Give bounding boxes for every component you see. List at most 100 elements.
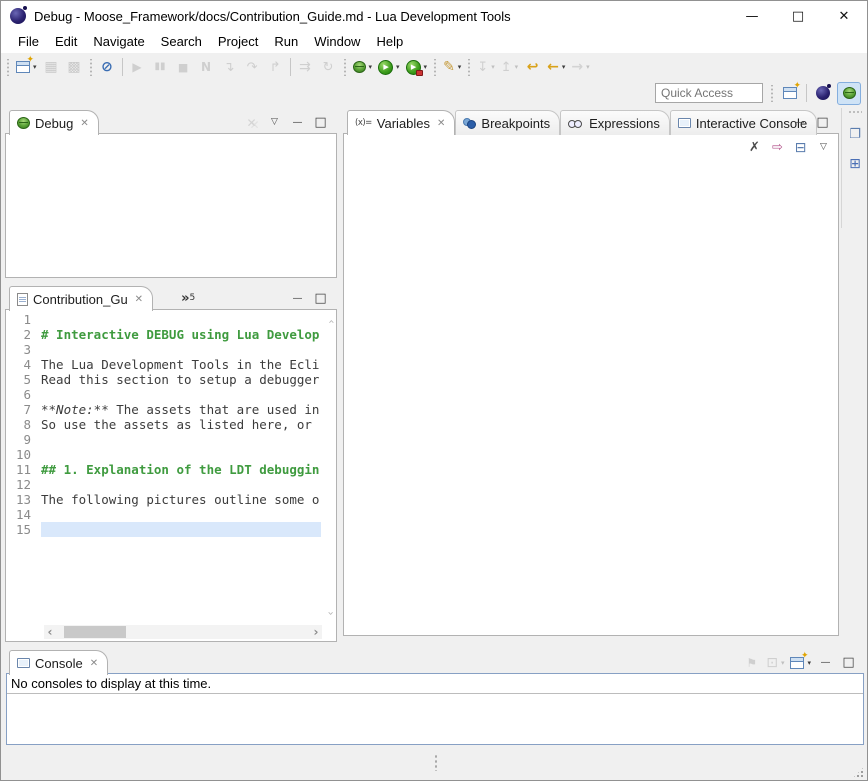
- restore-views-button[interactable]: ❐: [845, 123, 866, 146]
- lua-perspective-button[interactable]: [811, 82, 835, 105]
- toolbar-grip[interactable]: [6, 59, 10, 76]
- window-close-button[interactable]: ✕: [821, 1, 867, 31]
- status-bar: [1, 747, 867, 781]
- debug-dropdown-arrow[interactable]: ▾: [369, 63, 373, 71]
- back-dropdown-arrow[interactable]: ▾: [562, 63, 566, 71]
- toolbar-grip[interactable]: [89, 59, 93, 76]
- code-segment: Read this section to setup a debugger: [41, 372, 319, 387]
- variables-view-menu-button[interactable]: ▽: [813, 136, 834, 159]
- code-segment: The Lua Development Tools in the Ecli: [41, 357, 319, 372]
- hidden-editors-chevron[interactable]: »5: [181, 294, 195, 304]
- minimize-console-view-icon: —: [821, 658, 831, 668]
- maximize-variables-view-button[interactable]: □: [812, 111, 833, 134]
- suspend-icon: ▮▮: [155, 62, 166, 72]
- console-message: No consoles to display at this time.: [7, 674, 863, 694]
- save-button: ▦: [41, 56, 62, 79]
- scrollbar-track[interactable]: [56, 625, 310, 639]
- main-toolbar: ✦▾▦▩⊘▶▮▮■N↴↷↱⇉↻▾▶▾▶▾✎▾↧▾↥▾↩←▾→▾: [1, 53, 867, 80]
- mark-occurrences-dropdown-arrow[interactable]: ▾: [458, 63, 462, 71]
- show-type-names-button[interactable]: ✗: [744, 136, 765, 159]
- debug-view-content[interactable]: [5, 133, 337, 278]
- next-annotation-button: ↧▾: [475, 56, 496, 79]
- line-text: The Lua Development Tools in the Ecli: [41, 357, 321, 372]
- maximize-console-view-button[interactable]: □: [838, 651, 859, 674]
- toolbar-grip[interactable]: [467, 59, 471, 76]
- menu-edit[interactable]: Edit: [47, 32, 85, 52]
- variables-view-content[interactable]: ✗⇨⊟▽: [343, 133, 839, 636]
- editor-content: 12# Interactive DEBUG using Lua Develop3…: [5, 309, 337, 642]
- open-perspective-icon: ✦: [783, 87, 797, 99]
- perspective-row: ✦: [1, 80, 867, 106]
- menu-help[interactable]: Help: [368, 32, 411, 52]
- maximize-editor-button[interactable]: □: [310, 287, 331, 310]
- tab-contribution-guide[interactable]: Contribution_Gu ✕: [9, 286, 153, 311]
- sash-handle[interactable]: [434, 754, 438, 771]
- code-segment: So use the assets as listed here, or: [41, 417, 312, 432]
- outline-view-shortcut-button[interactable]: ⊞: [845, 152, 866, 175]
- window-maximize-button[interactable]: □: [775, 1, 821, 31]
- menu-navigate[interactable]: Navigate: [85, 32, 152, 52]
- menu-project[interactable]: Project: [210, 32, 266, 52]
- close-icon[interactable]: ✕: [90, 658, 98, 669]
- debug-perspective-button[interactable]: [837, 82, 861, 105]
- mark-occurrences-button[interactable]: ✎▾: [441, 56, 463, 79]
- scroll-up-icon[interactable]: ›: [325, 319, 336, 323]
- quick-access-input[interactable]: [655, 83, 763, 103]
- toolbar-grip[interactable]: [343, 59, 347, 76]
- collapse-all-button[interactable]: ⊟: [790, 136, 811, 159]
- skip-all-breakpoints-button[interactable]: ⊘: [97, 56, 118, 79]
- close-icon[interactable]: ✕: [135, 294, 143, 305]
- minimize-console-view-button[interactable]: —: [815, 651, 836, 674]
- tab-console[interactable]: Console ✕: [9, 650, 108, 675]
- menu-run[interactable]: Run: [266, 32, 306, 52]
- show-logical-structures-button[interactable]: ⇨: [767, 136, 788, 159]
- scroll-down-icon[interactable]: ›: [325, 611, 336, 615]
- line-text: [41, 507, 321, 522]
- menu-file[interactable]: File: [10, 32, 47, 52]
- run-dropdown-arrow[interactable]: ▾: [396, 63, 400, 71]
- minimize-variables-view-button[interactable]: —: [789, 111, 810, 134]
- code-segment: ## 1. Explanation of the LDT debuggin: [41, 462, 319, 477]
- line-number: 14: [7, 507, 41, 522]
- menu-window[interactable]: Window: [306, 32, 368, 52]
- tab-debug[interactable]: Debug ✕: [9, 110, 99, 135]
- variables-view: (x)=Variables✕BreakpointsExpressionsInte…: [343, 108, 839, 636]
- run-external-tools-button[interactable]: ▶▾: [404, 56, 430, 79]
- open-perspective-button[interactable]: ✦: [778, 82, 802, 105]
- back-button[interactable]: ←▾: [545, 56, 567, 79]
- toolbar-grip[interactable]: [433, 59, 437, 76]
- use-step-filters-button: ⇉: [295, 56, 316, 79]
- console-toolbar: ⚑⊡▾✦▾—□: [740, 651, 860, 674]
- console-output-area[interactable]: No consoles to display at this time.: [6, 673, 864, 745]
- debug-view-menu-button[interactable]: ▽: [264, 111, 285, 134]
- scroll-right-icon[interactable]: ›: [310, 625, 322, 639]
- scrollbar-thumb[interactable]: [64, 626, 126, 638]
- close-icon[interactable]: ✕: [80, 118, 88, 129]
- tab-expressions[interactable]: Expressions: [560, 110, 670, 135]
- restart-icon: ↻: [323, 61, 334, 74]
- editor-code-area[interactable]: 12# Interactive DEBUG using Lua Develop3…: [7, 312, 321, 623]
- window-minimize-button[interactable]: —: [729, 1, 775, 31]
- run-button[interactable]: ▶▾: [376, 56, 402, 79]
- scroll-left-icon[interactable]: ‹: [44, 625, 56, 639]
- application-window: Debug - Moose_Framework/docs/Contributio…: [0, 0, 868, 781]
- window-resize-grip[interactable]: [852, 766, 865, 779]
- new-wizard-button[interactable]: ✦▾: [14, 56, 39, 79]
- close-icon[interactable]: ✕: [437, 118, 445, 129]
- maximize-debug-view-button[interactable]: □: [310, 111, 331, 134]
- tab-variables[interactable]: (x)=Variables✕: [347, 110, 455, 135]
- remove-all-terminated-icon: ✕: [246, 117, 256, 129]
- minimize-debug-view-button[interactable]: —: [287, 111, 308, 134]
- minimize-editor-button[interactable]: —: [287, 287, 308, 310]
- run-external-tools-dropdown-arrow[interactable]: ▾: [424, 63, 428, 71]
- open-console-button[interactable]: ✦▾: [788, 651, 813, 674]
- menu-search[interactable]: Search: [153, 32, 210, 52]
- toolbar-grip[interactable]: [770, 85, 774, 102]
- step-into-button: ↴: [219, 56, 240, 79]
- shortcut-bar-grip[interactable]: [848, 110, 862, 114]
- code-line: 7**Note:** The assets that are used in: [7, 402, 321, 417]
- last-edit-location-button[interactable]: ↩: [522, 56, 543, 79]
- tab-breakpoints[interactable]: Breakpoints: [455, 110, 560, 135]
- horizontal-scrollbar: ‹ ›: [44, 625, 322, 639]
- debug-button[interactable]: ▾: [351, 56, 375, 79]
